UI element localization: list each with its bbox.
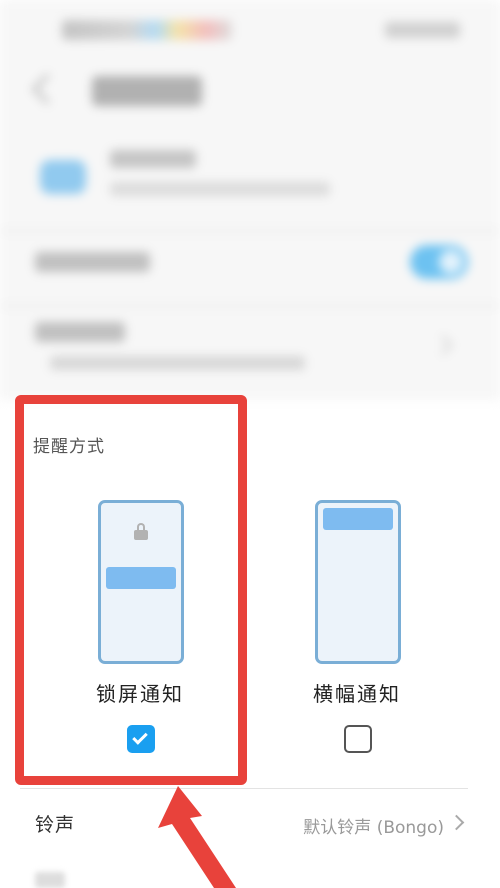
highlight-box (15, 395, 247, 785)
app-icon (40, 160, 86, 194)
banner-checkbox[interactable] (344, 725, 372, 753)
blurred-background (0, 0, 500, 400)
back-arrow-icon[interactable] (31, 73, 63, 105)
setting-row-blurred (35, 322, 125, 342)
divider (0, 305, 500, 307)
setting-row-subtitle-blurred (50, 356, 305, 370)
app-name-blurred (110, 150, 196, 168)
status-bar-right (385, 22, 460, 38)
page-title-blurred (92, 76, 202, 106)
status-bar-left (62, 20, 232, 40)
ringtone-label[interactable]: 铃声 (35, 810, 75, 837)
app-desc-blurred (110, 182, 330, 196)
chevron-right-icon[interactable] (448, 814, 465, 831)
phone-illustration (315, 500, 401, 664)
chevron-right-icon (433, 335, 453, 355)
toggle-knob (439, 250, 463, 274)
toggle-switch[interactable] (410, 245, 468, 279)
ringtone-value[interactable]: 默认铃声 (Bongo) (303, 813, 444, 838)
divider (0, 230, 500, 232)
annotation-arrow-icon (158, 786, 236, 888)
next-row-faded (35, 872, 65, 888)
notification-bar (323, 508, 393, 530)
option-label: 横幅通知 (313, 682, 401, 706)
setting-row-blurred (35, 252, 150, 272)
status-bar (0, 0, 500, 60)
